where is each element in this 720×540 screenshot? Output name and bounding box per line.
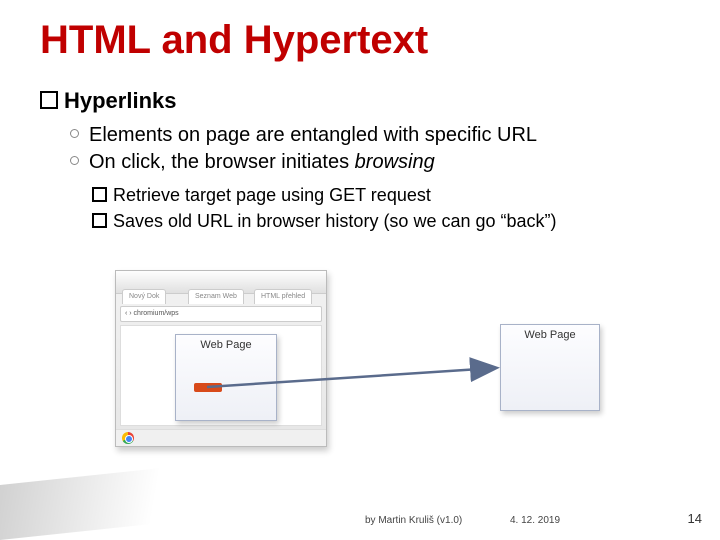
sub-bullet-1-text: Retrieve target page using GET request (113, 185, 431, 205)
bullet-1: Elements on page are entangled with spec… (70, 122, 537, 149)
section-text: Hyperlinks (64, 88, 177, 113)
sub-bullet-list: Retrieve target page using GET request S… (92, 182, 557, 234)
diagram: Nový Dok Seznam Web HTML přehled ‹ › chr… (115, 270, 595, 450)
footer-author: by Martin Kruliš (v1.0) (365, 515, 462, 526)
bullet-list: Elements on page are entangled with spec… (70, 122, 537, 176)
checkbox-bullet-icon (40, 91, 58, 109)
bullet-2-text-b: browsing (355, 151, 435, 173)
arrow-icon (115, 270, 595, 450)
footer-page-number: 14 (688, 511, 702, 526)
sub-bullet-1: Retrieve target page using GET request (92, 182, 557, 208)
slide-title: HTML and Hypertext (40, 18, 428, 63)
footer-date: 4. 12. 2019 (510, 515, 560, 526)
slide: HTML and Hypertext Hyperlinks Elements o… (0, 0, 720, 540)
decorative-shadow (0, 462, 220, 540)
sub-bullet-2-text: Saves old URL in browser history (so we … (113, 211, 557, 231)
bullet-2-text-a: On click, the browser initiates (89, 151, 355, 173)
ring-bullet-icon (70, 129, 79, 138)
bullet-1-text: Elements on page are entangled with spec… (89, 124, 537, 146)
section-heading: Hyperlinks (40, 88, 177, 114)
bullet-2: On click, the browser initiates browsing (70, 149, 537, 176)
sub-bullet-2: Saves old URL in browser history (so we … (92, 208, 557, 234)
checkbox-bullet-icon (92, 213, 107, 228)
ring-bullet-icon (70, 156, 79, 165)
checkbox-bullet-icon (92, 187, 107, 202)
